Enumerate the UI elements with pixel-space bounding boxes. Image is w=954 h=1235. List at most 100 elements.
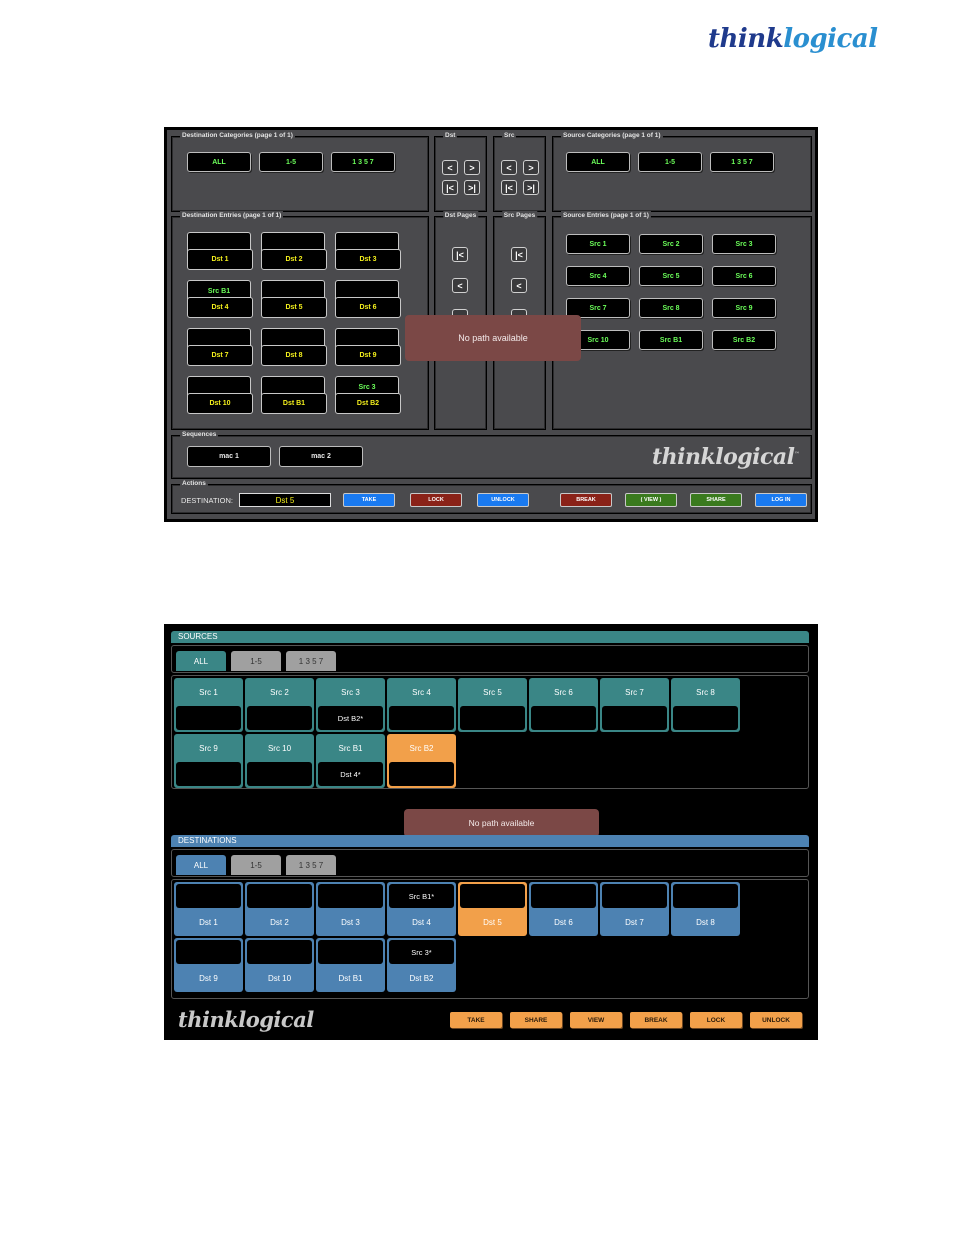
dst-pages-title: Dst Pages	[442, 211, 479, 221]
source-tile[interactable]: Src B2	[387, 734, 456, 788]
destination-tile[interactable]: Dst 1	[174, 882, 243, 936]
source-tile[interactable]: Src 4	[387, 678, 456, 732]
destination-assigned-source	[247, 884, 312, 908]
sources-header: SOURCES	[171, 631, 809, 643]
destination-tile[interactable]: Dst 8	[671, 882, 740, 936]
destination-entry[interactable]: Dst 2	[261, 232, 327, 272]
destination-entry[interactable]: Dst 6	[335, 280, 401, 320]
src-category-all-button[interactable]: ALL	[566, 152, 630, 172]
sequence-mac-2-button[interactable]: mac 2	[279, 446, 363, 467]
destinations-tab-1357[interactable]: 1 3 5 7	[286, 855, 336, 875]
source-entry-button[interactable]: Src B2	[712, 330, 776, 350]
action-break-button[interactable]: BREAK	[560, 493, 612, 507]
destination-entry[interactable]: Dst 1	[187, 232, 253, 272]
destination-entry[interactable]: Dst 8	[261, 328, 327, 368]
destination-assigned-source	[602, 884, 667, 908]
actions-group: Actions DESTINATION: Dst 5 TAKE LOCK UNLOC…	[171, 479, 812, 514]
src-pages-first-button[interactable]: |<	[511, 247, 527, 262]
source-assigned-destination	[673, 706, 738, 730]
destination-tile[interactable]: Dst 6	[529, 882, 598, 936]
source-entry-button[interactable]: Src 6	[712, 266, 776, 286]
source-tile[interactable]: Src 7	[600, 678, 669, 732]
no-path-toast: No path available	[405, 315, 581, 361]
destination-entry[interactable]: Dst 10	[187, 376, 253, 416]
action-lock-button[interactable]: LOCK	[410, 493, 462, 507]
source-tile[interactable]: Src B1 Dst 4*	[316, 734, 385, 788]
src-first-button[interactable]: |<	[501, 180, 517, 195]
source-tile[interactable]: Src 5	[458, 678, 527, 732]
destination-assigned-source: Src 3*	[389, 940, 454, 964]
lock-button[interactable]: LOCK	[690, 1012, 742, 1028]
src-pages-prev-button[interactable]: <	[511, 278, 527, 293]
source-tile[interactable]: Src 10	[245, 734, 314, 788]
source-tile[interactable]: Src 3 Dst B2*	[316, 678, 385, 732]
destination-entry[interactable]: Src B1 Dst 4	[187, 280, 253, 320]
destinations-tab-1-5[interactable]: 1-5	[231, 855, 281, 875]
trademark-mark: ™	[794, 451, 800, 458]
destination-tile[interactable]: Src B1* Dst 4	[387, 882, 456, 936]
source-entry-button[interactable]: Src 3	[712, 234, 776, 254]
dst-next-button[interactable]: >	[464, 160, 480, 175]
source-entry-button[interactable]: Src 9	[712, 298, 776, 318]
source-tile[interactable]: Src 2	[245, 678, 314, 732]
destination-entry[interactable]: Dst 5	[261, 280, 327, 320]
source-entry-button[interactable]: Src 5	[639, 266, 703, 286]
source-entry-button[interactable]: Src B1	[639, 330, 703, 350]
dst-last-button[interactable]: >|	[464, 180, 480, 195]
source-assigned-destination: Dst B2*	[318, 706, 383, 730]
source-entry-button[interactable]: Src 2	[639, 234, 703, 254]
entry-destination: Dst 9	[335, 345, 401, 366]
source-entry-button[interactable]: Src 8	[639, 298, 703, 318]
take-button[interactable]: TAKE	[450, 1012, 502, 1028]
dst-pages-first-button[interactable]: |<	[452, 247, 468, 262]
destination-entry[interactable]: Dst 3	[335, 232, 401, 272]
action-unlock-button[interactable]: UNLOCK	[477, 493, 529, 507]
destination-tile[interactable]: Dst B1	[316, 938, 385, 992]
sources-tab-1357[interactable]: 1 3 5 7	[286, 651, 336, 671]
destination-tile[interactable]: Src 3* Dst B2	[387, 938, 456, 992]
dst-first-button[interactable]: |<	[442, 180, 458, 195]
destination-entry[interactable]: Dst 9	[335, 328, 401, 368]
destinations-tab-all[interactable]: ALL	[176, 855, 226, 875]
action-view-button[interactable]: ( VIEW )	[625, 493, 677, 507]
action-share-button[interactable]: SHARE	[690, 493, 742, 507]
action-login-button[interactable]: LOG IN	[755, 493, 807, 507]
source-tile[interactable]: Src 8	[671, 678, 740, 732]
destination-entry[interactable]: Dst B1	[261, 376, 327, 416]
destination-categories-title: Destination Categories (page 1 of 1)	[180, 131, 295, 141]
dst-pages-prev-button[interactable]: <	[452, 278, 468, 293]
unlock-button[interactable]: UNLOCK	[750, 1012, 802, 1028]
source-tile[interactable]: Src 9	[174, 734, 243, 788]
source-tile[interactable]: Src 1	[174, 678, 243, 732]
src-prev-button[interactable]: <	[501, 160, 517, 175]
view-button[interactable]: VIEW	[570, 1012, 622, 1028]
dst-prev-button[interactable]: <	[442, 160, 458, 175]
action-take-button[interactable]: TAKE	[343, 493, 395, 507]
src-category-1-5-button[interactable]: 1-5	[638, 152, 702, 172]
destination-entry[interactable]: Dst 7	[187, 328, 253, 368]
sources-tab-all[interactable]: ALL	[176, 651, 226, 671]
source-tile[interactable]: Src 6	[529, 678, 598, 732]
destination-tile[interactable]: Dst 10	[245, 938, 314, 992]
src-last-button[interactable]: >|	[523, 180, 539, 195]
source-name: Src 5	[483, 687, 502, 697]
source-entry-button[interactable]: Src 1	[566, 234, 630, 254]
destination-entry[interactable]: Src 3 Dst B2	[335, 376, 401, 416]
destination-tile[interactable]: Dst 2	[245, 882, 314, 936]
sequence-mac-1-button[interactable]: mac 1	[187, 446, 271, 467]
destination-field[interactable]: Dst 5	[239, 493, 331, 507]
dest-category-all-button[interactable]: ALL	[187, 152, 251, 172]
break-button[interactable]: BREAK	[630, 1012, 682, 1028]
src-next-button[interactable]: >	[523, 160, 539, 175]
sources-tab-1-5[interactable]: 1-5	[231, 651, 281, 671]
dest-category-1357-button[interactable]: 1 3 5 7	[331, 152, 395, 172]
source-entry-button[interactable]: Src 4	[566, 266, 630, 286]
src-category-1357-button[interactable]: 1 3 5 7	[710, 152, 774, 172]
share-button[interactable]: SHARE	[510, 1012, 562, 1028]
destination-tile[interactable]: Dst 3	[316, 882, 385, 936]
destination-tile[interactable]: Dst 5	[458, 882, 527, 936]
destination-tile[interactable]: Dst 7	[600, 882, 669, 936]
destination-tile[interactable]: Dst 9	[174, 938, 243, 992]
src-pages-title: Src Pages	[501, 211, 538, 221]
dest-category-1-5-button[interactable]: 1-5	[259, 152, 323, 172]
